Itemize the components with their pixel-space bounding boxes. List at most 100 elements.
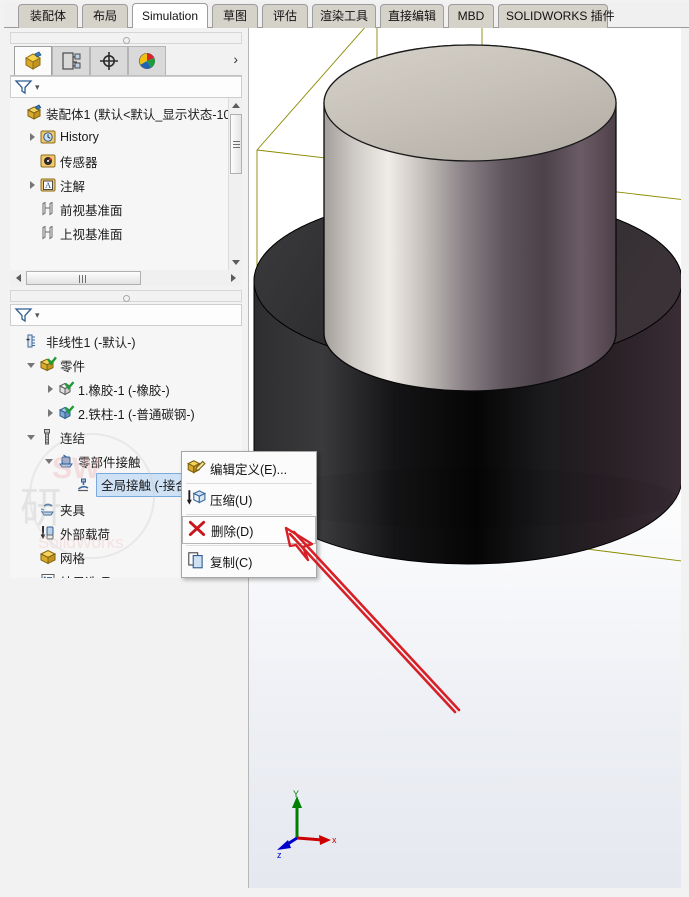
feature-tree-scrollbar[interactable] <box>228 98 242 270</box>
ribbon-tab-6[interactable]: 渲染工具 <box>312 4 376 28</box>
study-tree-filter[interactable]: ▾ <box>10 304 242 326</box>
context-menu-item-icon <box>186 457 210 479</box>
study-tree-row[interactable]: 2.铁柱-1 (-普通碳钢-) <box>44 402 195 424</box>
hscroll-left-button[interactable] <box>11 271 25 285</box>
annotation-icon: A <box>40 178 56 192</box>
load-icon <box>40 526 54 540</box>
study-tree-row-label: 夹具 <box>60 503 86 518</box>
panel-splitter-handle[interactable] <box>10 32 242 44</box>
property-icon <box>62 52 81 70</box>
study-tree-row-label: 零部件接触 <box>78 455 141 470</box>
hscroll-right-button[interactable] <box>227 271 241 285</box>
ribbon-tab-5[interactable]: 评估 <box>262 4 308 28</box>
study-tree-row-label: 非线性1 (-默认-) <box>46 335 136 350</box>
tree-row-icon <box>39 200 57 218</box>
twisty-placeholder <box>26 155 38 167</box>
context-menu-item-label: 编辑定义(E)... <box>210 462 288 477</box>
twisty-placeholder <box>62 479 74 491</box>
context-menu-separator <box>186 545 312 546</box>
study-tree-row[interactable]: 零部件接触 <box>44 450 141 472</box>
study-tree-row[interactable]: 连结 <box>26 426 85 448</box>
feature-tree-row[interactable]: A 注解 <box>26 174 85 196</box>
context-menu-item[interactable]: 复制(C) <box>182 547 316 575</box>
context-menu[interactable]: 编辑定义(E)... 压缩(U) 删除(D) 复制(C) <box>181 451 317 578</box>
twisty-right-icon[interactable] <box>26 131 38 143</box>
scroll-up-button[interactable] <box>229 98 242 112</box>
tree-row-icon <box>39 152 57 170</box>
context-menu-item-icon <box>186 550 210 572</box>
scroll-thumb[interactable] <box>230 114 242 174</box>
context-menu-item[interactable]: 删除(D) <box>182 516 316 544</box>
ribbon-tab-1[interactable]: 装配体 <box>18 4 78 28</box>
tree-row-icon <box>57 452 75 470</box>
display-manager-tab[interactable] <box>128 46 166 75</box>
study-icon <box>26 334 35 348</box>
feature-tree-row[interactable]: History <box>26 126 99 148</box>
feature-tree-row[interactable]: 前视基准面 <box>26 198 123 220</box>
study-tree-row[interactable]: 夹具 <box>26 498 85 520</box>
study-tree-row-label: 1.橡胶-1 (-橡胶-) <box>78 383 170 398</box>
twisty-down-icon[interactable] <box>26 359 38 371</box>
study-tree-row[interactable]: 非线性1 (-默认-) <box>12 330 136 352</box>
hscroll-thumb[interactable] <box>26 271 141 285</box>
study-tree-row[interactable]: 结果选项 <box>26 570 110 578</box>
upper-cylinder-steel[interactable] <box>323 44 617 392</box>
twisty-placeholder <box>12 335 24 347</box>
study-tree-row[interactable]: 1.橡胶-1 (-橡胶-) <box>44 378 170 400</box>
tree-row-icon <box>39 224 57 242</box>
configuration-manager-tab[interactable] <box>90 46 128 75</box>
ribbon-tab-7[interactable]: 直接编辑 <box>380 4 444 28</box>
manager-tabs-overflow-chevron[interactable]: › <box>233 51 238 67</box>
ribbon-tab-2[interactable]: 布局 <box>82 4 128 28</box>
context-menu-separator <box>186 483 312 484</box>
tree-row-icon: A <box>39 176 57 194</box>
fixture-icon <box>40 503 54 516</box>
tree-row-icon <box>57 380 75 398</box>
twisty-down-icon[interactable] <box>26 431 38 443</box>
twisty-placeholder <box>26 575 38 578</box>
feature-tree-hscrollbar[interactable] <box>10 270 242 286</box>
tree-row-icon <box>39 548 57 566</box>
copy-icon <box>188 552 203 569</box>
twisty-right-icon[interactable] <box>26 179 38 191</box>
feature-tree-row[interactable]: 传感器 <box>26 150 98 172</box>
feature-tree-filter[interactable]: ▾ <box>10 76 242 98</box>
assembly-icon <box>26 104 42 120</box>
delete-x-icon <box>188 520 206 536</box>
twisty-right-icon[interactable] <box>44 407 56 419</box>
context-menu-item[interactable]: 编辑定义(E)... <box>182 454 316 482</box>
study-tree-row[interactable]: 零件 <box>26 354 85 376</box>
property-manager-tab[interactable] <box>52 46 90 75</box>
sensor-icon <box>40 154 56 168</box>
ribbon-tab-9[interactable]: SOLIDWORKS 插件 <box>498 4 615 28</box>
plane-icon <box>42 201 53 216</box>
twisty-placeholder <box>12 107 24 119</box>
study-tree-row-label: 连结 <box>60 431 86 446</box>
ribbon-tab-4[interactable]: 草图 <box>212 4 258 28</box>
feature-manager-tree[interactable]: 装配体1 (默认<默认_显示状态-10#> History 传感器 A 注解 前视基准面上… <box>10 98 242 270</box>
manager-tab-row: › <box>10 46 242 76</box>
tree-row-icon <box>25 332 43 350</box>
twisty-right-icon[interactable] <box>44 383 56 395</box>
twisty-placeholder <box>26 503 38 515</box>
context-menu-item[interactable]: 压缩(U) <box>182 485 316 513</box>
scroll-down-button[interactable] <box>229 256 242 270</box>
feature-tree-row[interactable]: 装配体1 (默认<默认_显示状态-10#> <box>12 102 242 124</box>
ribbon-tab-3[interactable]: Simulation <box>132 3 208 28</box>
twisty-down-icon[interactable] <box>44 455 56 467</box>
study-tree-row-label: 网格 <box>60 551 86 566</box>
study-tree-row[interactable]: 外部载荷 <box>26 522 110 544</box>
context-menu-item-label: 复制(C) <box>210 555 253 570</box>
study-tree-row[interactable]: 网格 <box>26 546 85 568</box>
filter-dropdown-arrow[interactable]: ▾ <box>35 310 40 321</box>
context-menu-item-icon <box>186 488 210 510</box>
filter-dropdown-arrow[interactable]: ▾ <box>35 82 40 93</box>
feature-tree-row[interactable]: 上视基准面 <box>26 222 123 244</box>
tree-row-icon <box>39 356 57 374</box>
coordinate-triad: Y x z <box>277 790 337 860</box>
ribbon-tab-8[interactable]: MBD <box>448 4 494 28</box>
tree-splitter-handle[interactable] <box>10 290 242 302</box>
tree-row-icon <box>25 104 43 122</box>
feature-manager-tab[interactable] <box>14 46 52 75</box>
feature-tree-row-label: 上视基准面 <box>60 227 123 242</box>
